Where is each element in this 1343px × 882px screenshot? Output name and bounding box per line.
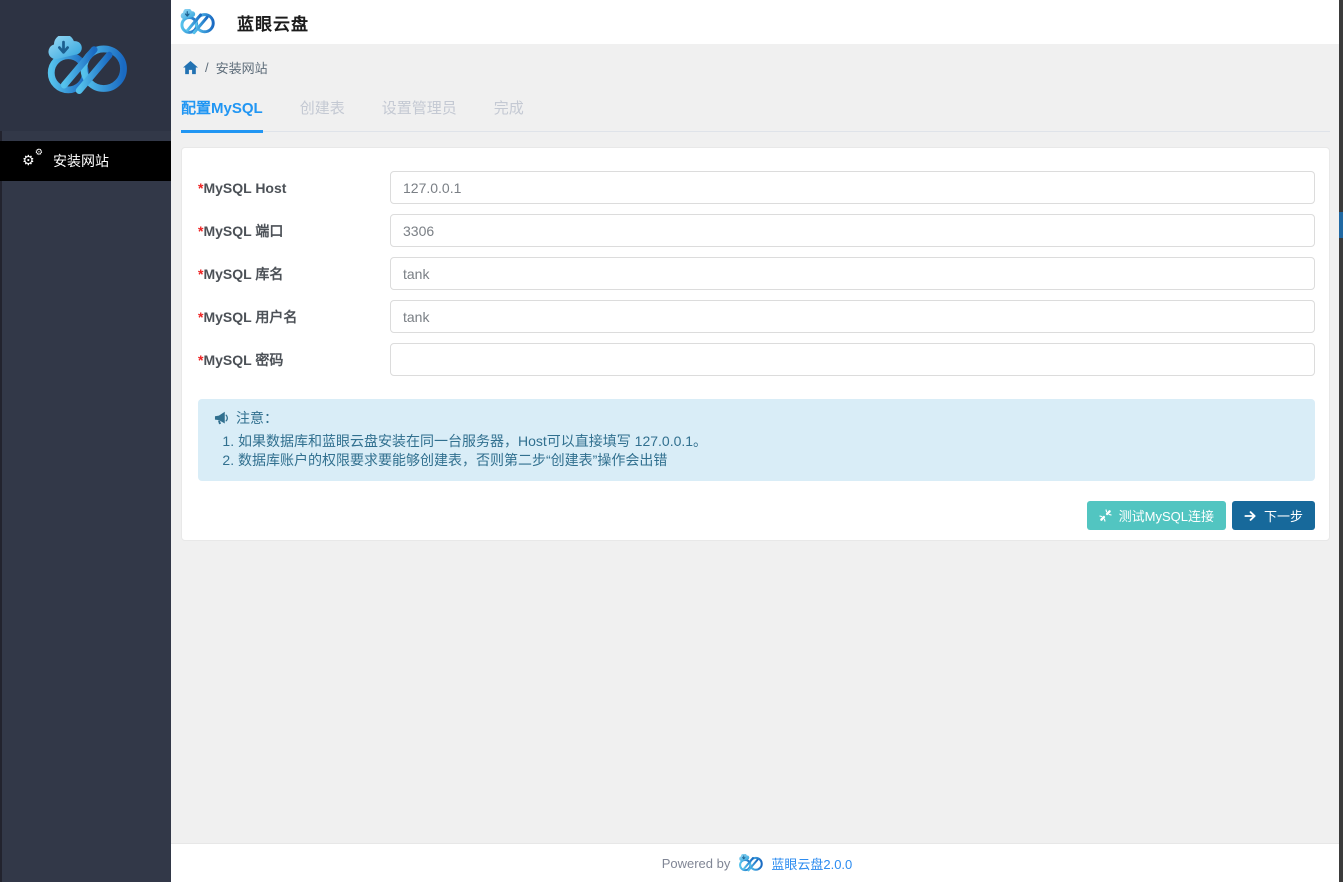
tab-set-admin[interactable]: 设置管理员 xyxy=(382,97,457,133)
powered-by-text: Powered by xyxy=(662,856,731,871)
notice-item: 如果数据库和蓝眼云盘安装在同一台服务器，Host可以直接填写 127.0.0.1… xyxy=(238,432,1299,450)
form-row-schema: *MySQL 库名 xyxy=(198,257,1315,290)
form-row-username: *MySQL 用户名 xyxy=(198,300,1315,333)
mysql-port-input[interactable] xyxy=(390,214,1315,247)
footer-logo-icon xyxy=(737,854,764,872)
scrollbar[interactable] xyxy=(1339,0,1343,882)
mysql-password-input[interactable] xyxy=(390,343,1315,376)
page-title: 蓝眼云盘 xyxy=(237,10,309,35)
form-row-port: *MySQL 端口 xyxy=(198,214,1315,247)
breadcrumb: / 安装网站 xyxy=(183,58,1330,77)
home-icon[interactable] xyxy=(183,61,198,75)
sidebar-logo-block xyxy=(0,0,171,131)
cogs-icon: ⚙⚙ xyxy=(22,153,41,170)
main-area: 蓝眼云盘 / 安装网站 配置MySQL 创建表 设置管理员 完成 *MySQL … xyxy=(171,0,1343,882)
sidebar: ⚙⚙ 安装网站 xyxy=(0,0,171,882)
step-tabs: 配置MySQL 创建表 设置管理员 完成 xyxy=(181,97,1330,132)
sidebar-item-label: 安装网站 xyxy=(53,151,109,171)
host-label: *MySQL Host xyxy=(198,180,390,196)
form-row-host: *MySQL Host xyxy=(198,171,1315,204)
version-link[interactable]: 蓝眼云盘2.0.0 xyxy=(771,854,852,873)
breadcrumb-current: 安装网站 xyxy=(216,58,268,77)
tab-configure-mysql[interactable]: 配置MySQL xyxy=(181,97,263,133)
bullhorn-icon xyxy=(214,411,229,425)
header: 蓝眼云盘 xyxy=(171,0,1343,44)
header-logo-icon xyxy=(178,9,216,35)
scrollbar-thumb[interactable] xyxy=(1339,212,1343,238)
port-label: *MySQL 端口 xyxy=(198,221,390,241)
notice-item: 数据库账户的权限要求要能够创建表，否则第二步“创建表”操作会出错 xyxy=(238,451,1299,469)
username-label: *MySQL 用户名 xyxy=(198,307,390,327)
notice-list: 如果数据库和蓝眼云盘安装在同一台服务器，Host可以直接填写 127.0.0.1… xyxy=(214,432,1299,469)
notice-box: 注意： 如果数据库和蓝眼云盘安装在同一台服务器，Host可以直接填写 127.0… xyxy=(198,399,1315,481)
content: / 安装网站 配置MySQL 创建表 设置管理员 完成 *MySQL Host … xyxy=(171,44,1343,843)
test-mysql-connection-button[interactable]: 测试MySQL连接 xyxy=(1087,501,1226,530)
action-bar: 测试MySQL连接 下一步 xyxy=(198,501,1315,530)
breadcrumb-separator: / xyxy=(205,60,209,75)
app-logo-icon xyxy=(42,36,130,96)
tab-finish[interactable]: 完成 xyxy=(494,97,524,133)
sidebar-item-install[interactable]: ⚙⚙ 安装网站 xyxy=(0,141,171,181)
mysql-username-input[interactable] xyxy=(390,300,1315,333)
mysql-host-input[interactable] xyxy=(390,171,1315,204)
notice-title-row: 注意： xyxy=(214,409,1299,427)
mysql-schema-input[interactable] xyxy=(390,257,1315,290)
schema-label: *MySQL 库名 xyxy=(198,264,390,284)
form-row-password: *MySQL 密码 xyxy=(198,343,1315,376)
arrow-right-icon xyxy=(1244,510,1257,522)
mysql-config-card: *MySQL Host *MySQL 端口 *MySQL 库名 *MySQL 用… xyxy=(181,147,1330,541)
next-step-button[interactable]: 下一步 xyxy=(1232,501,1315,530)
tab-create-tables[interactable]: 创建表 xyxy=(300,97,345,133)
footer: Powered by 蓝眼云盘2.0.0 xyxy=(171,843,1343,882)
password-label: *MySQL 密码 xyxy=(198,350,390,370)
unlink-icon xyxy=(1099,509,1112,522)
notice-title: 注意： xyxy=(236,409,278,427)
